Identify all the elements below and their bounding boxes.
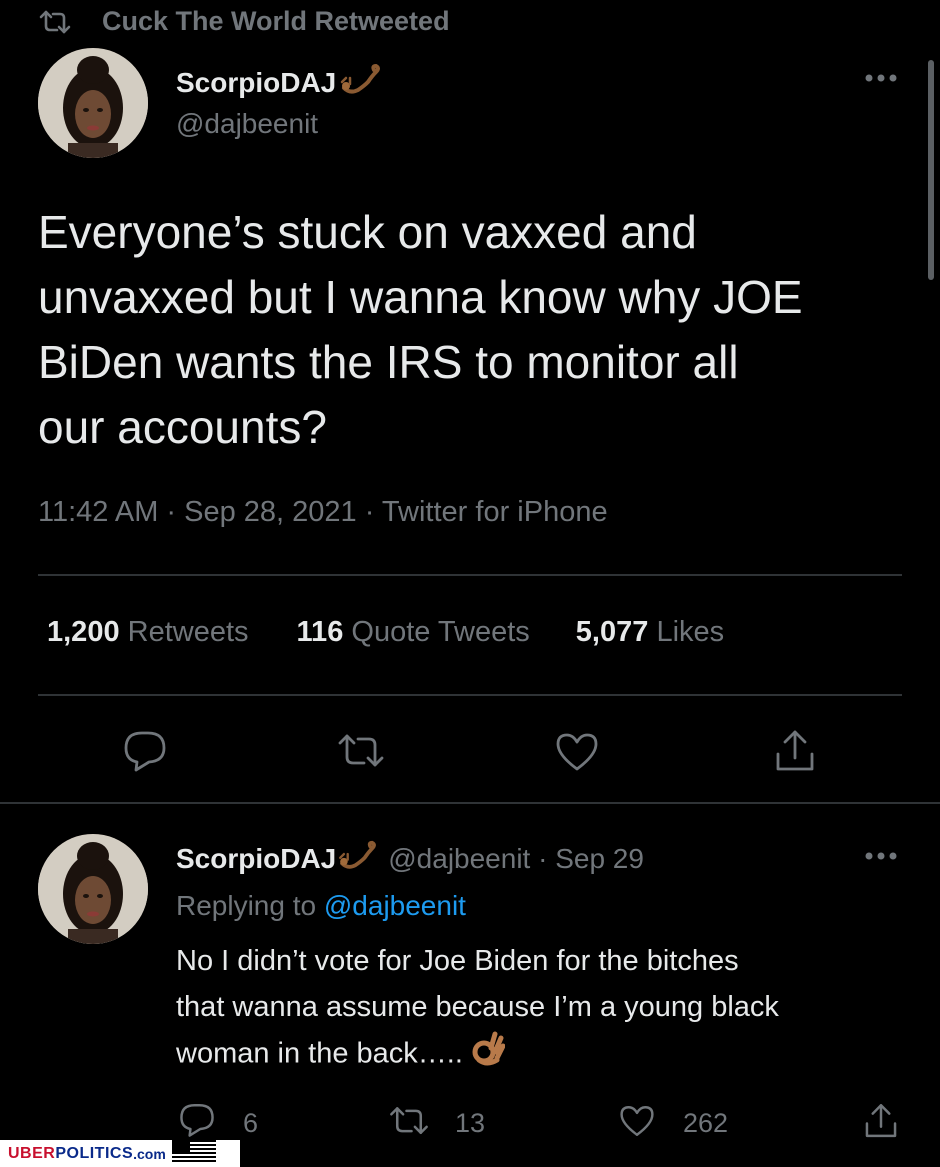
quotes-count: 116 — [296, 616, 344, 648]
like-count: 262 — [683, 1108, 729, 1138]
retweets-stat[interactable]: 1,200 Retweets — [47, 616, 249, 649]
tweet-text-line: BiDen wants the IRS to monitor all — [38, 336, 739, 388]
reply-icon[interactable] — [122, 729, 168, 773]
reply-icon[interactable] — [178, 1102, 216, 1138]
divider — [0, 802, 940, 804]
likes-label: Likes — [656, 616, 725, 648]
retweet-banner-icon — [38, 8, 72, 36]
reply-handle-date[interactable]: @dajbeenit · Sep 29 — [388, 843, 644, 875]
reply-text: No I didn’t vote for Joe Biden for the b… — [176, 938, 779, 1080]
heart-icon[interactable] — [554, 731, 600, 773]
watermark-brand-main: POLITICS — [55, 1144, 134, 1162]
retweets-count: 1,200 — [47, 616, 120, 648]
likes-stat[interactable]: 5,077 Likes — [576, 616, 724, 649]
share-icon[interactable] — [862, 1102, 900, 1140]
tweet-text-line: unvaxxed but I wanna know why JOE — [38, 271, 803, 323]
quotes-label: Quote Tweets — [351, 616, 530, 648]
share-icon[interactable] — [772, 728, 818, 774]
likes-count: 5,077 — [575, 616, 649, 648]
handle[interactable]: @dajbeenit — [176, 108, 318, 140]
tweet-text: Everyone’s stuck on vaxxed and unvaxxed … — [38, 200, 803, 460]
heart-icon[interactable] — [618, 1104, 656, 1138]
reply-count: 6 — [243, 1108, 259, 1138]
reply-text-line: that wanna assume because I’m a young bl… — [176, 991, 779, 1023]
avatar[interactable] — [38, 48, 148, 158]
watermark: UBER POLITICS .com — [0, 1140, 240, 1167]
retweet-banner-text[interactable]: Cuck The World Retweeted — [102, 6, 450, 37]
replying-to: Replying to @dajbeenit — [176, 890, 466, 922]
watermark-brand-prefix: UBER — [8, 1144, 56, 1162]
reply-display-name[interactable]: ScorpioDAJ — [176, 843, 336, 875]
display-name-text: ScorpioDAJ — [176, 66, 337, 98]
scorpion-icon — [340, 62, 384, 103]
flag-icon — [171, 1140, 216, 1167]
scrollbar[interactable] — [928, 60, 934, 280]
ok-hand-icon — [471, 1030, 506, 1080]
tweet-meta[interactable]: 11:42 AM · Sep 28, 2021 · Twitter for iP… — [38, 496, 608, 529]
tweet-text-line: Everyone’s stuck on vaxxed and — [38, 206, 697, 258]
retweet-count: 13 — [455, 1108, 486, 1138]
display-name[interactable]: ScorpioDAJ — [176, 62, 384, 103]
reply-avatar[interactable] — [38, 834, 148, 944]
retweet-icon[interactable] — [388, 1104, 430, 1138]
retweets-label: Retweets — [127, 616, 249, 648]
divider — [38, 574, 902, 576]
watermark-brand-suffix: .com — [133, 1145, 166, 1162]
scorpion-icon — [338, 839, 380, 878]
reply-text-line: woman in the back….. — [176, 1030, 779, 1080]
retweet-icon[interactable] — [336, 731, 386, 771]
divider — [38, 694, 902, 696]
more-icon[interactable] — [864, 72, 898, 84]
tweet-text-line: our accounts? — [38, 401, 327, 453]
more-icon[interactable] — [864, 850, 898, 862]
reply-header: ScorpioDAJ @dajbeenit · Sep 29 — [176, 839, 644, 878]
stats-row: 1,200 Retweets 116 Quote Tweets 5,077 Li… — [47, 616, 724, 649]
replying-prefix: Replying to — [176, 890, 317, 921]
quotes-stat[interactable]: 116 Quote Tweets — [297, 616, 530, 649]
reply-text-line: No I didn’t vote for Joe Biden for the b… — [176, 945, 739, 977]
replying-handle-link[interactable]: @dajbeenit — [324, 890, 466, 921]
